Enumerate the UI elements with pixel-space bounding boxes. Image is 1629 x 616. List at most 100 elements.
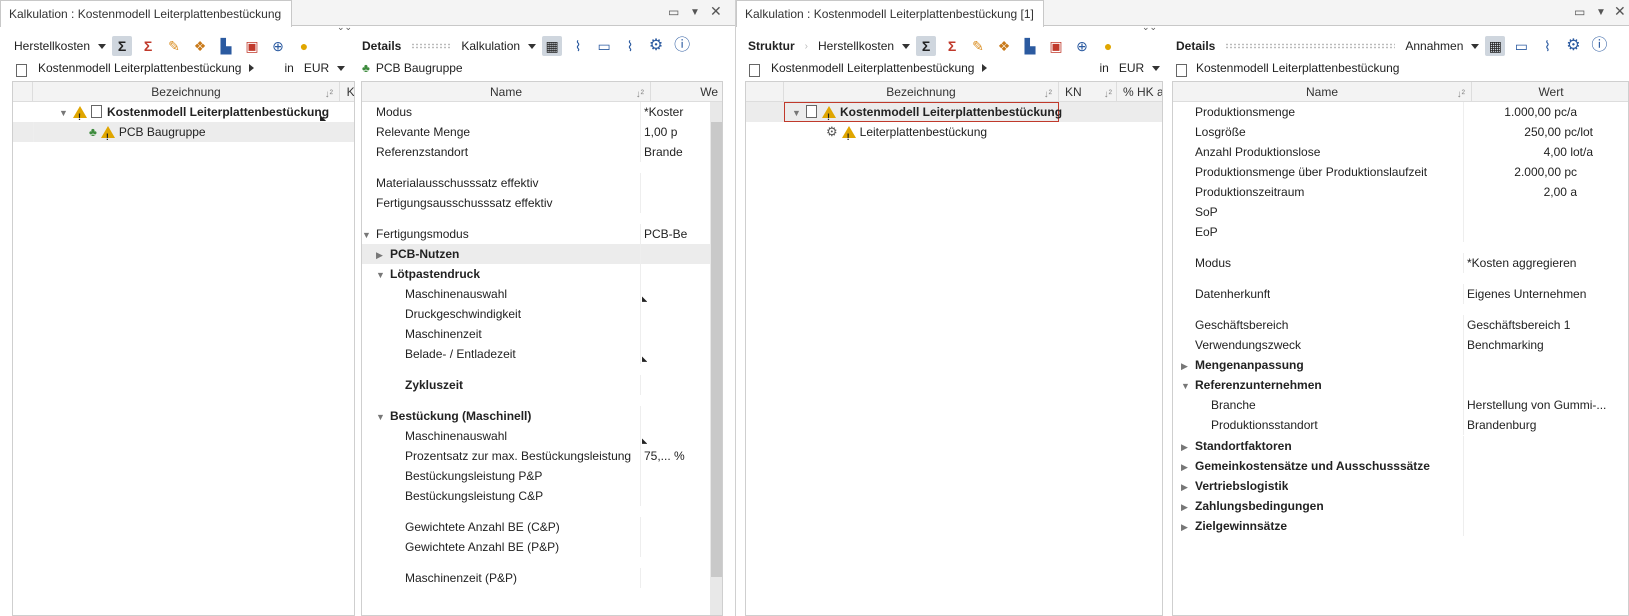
info-icon[interactable]: ⓘ — [1589, 36, 1609, 56]
expand-arrow-icon[interactable]: ▶ — [1181, 356, 1195, 375]
detail-row-value[interactable]: 4,00 lot/a — [1467, 142, 1593, 162]
expand-arrow-icon[interactable]: ▶ — [1181, 457, 1195, 476]
detail-row-value[interactable]: 1,00 p — [644, 122, 704, 142]
detail-row-value[interactable] — [644, 193, 704, 213]
detail-row-value[interactable] — [644, 486, 704, 506]
detail-row-value[interactable] — [644, 466, 704, 486]
drag-grip[interactable] — [1225, 43, 1396, 49]
detail-row[interactable]: Modus *Koster — [362, 102, 722, 122]
collapse-arrow-icon[interactable]: ▼ — [792, 103, 806, 122]
right-col-wert[interactable]: Wert — [1472, 82, 1628, 102]
right-col-kn[interactable]: KN ↓² — [1059, 82, 1117, 102]
target-icon[interactable]: ⊕ — [268, 36, 288, 56]
left-col-wert[interactable]: We — [651, 82, 722, 102]
collapse-arrow-icon[interactable]: ▼ — [376, 407, 390, 426]
pencil-icon[interactable]: ✎ — [164, 36, 184, 56]
calculator-icon[interactable]: ▦ — [542, 36, 563, 56]
detail-row-value[interactable] — [644, 537, 704, 557]
detail-row[interactable]: ▶ Zielgewinnsätze — [1173, 516, 1628, 536]
drag-grip[interactable] — [411, 43, 452, 49]
right-cost-dropdown[interactable]: Herstellkosten — [818, 39, 894, 53]
detail-row[interactable]: Bestückungsleistung P&P — [362, 466, 722, 486]
detail-row[interactable]: ▶ Mengenanpassung — [1173, 355, 1628, 375]
right-mode-caret-icon[interactable] — [1471, 43, 1480, 49]
target-icon[interactable]: ⊕ — [1072, 36, 1092, 56]
detail-row[interactable]: Maschinenauswahl ◣ — [362, 426, 722, 446]
lightbulb-icon[interactable]: ● — [1098, 36, 1118, 56]
detail-row-value[interactable]: 2,00 a — [1467, 182, 1577, 202]
collapse-arrow-icon[interactable]: ▼ — [59, 103, 73, 122]
expand-arrow-icon[interactable]: ▶ — [1181, 517, 1195, 536]
calc-report-icon[interactable]: ▣ — [1046, 36, 1066, 56]
left-details-scroll-thumb[interactable] — [711, 122, 722, 577]
right-overflow-chevron-icon[interactable]: ⌄⌄ — [1142, 22, 1157, 33]
detail-row[interactable]: Maschinenzeit (P&P) — [362, 568, 722, 588]
right-mode-dropdown[interactable]: Annahmen — [1405, 39, 1463, 53]
detail-row-value[interactable] — [1467, 355, 1617, 375]
detail-row[interactable]: Produktionsmenge 1.000,00 pc/a — [1173, 102, 1628, 122]
tree-row[interactable]: ▼Kostenmodell Leiterplattenbestückung ◣ — [13, 102, 354, 122]
detail-row[interactable]: Belade- / Entladezeit ◣ — [362, 344, 722, 364]
detail-row-value[interactable] — [1467, 476, 1617, 496]
right-maximize-icon[interactable]: ▭ — [1574, 5, 1585, 19]
detail-row-value[interactable] — [644, 244, 704, 264]
gear-icon[interactable]: ⚙ — [1563, 36, 1583, 56]
detail-row[interactable]: Materialausschusssatz effektiv — [362, 173, 722, 193]
detail-row[interactable]: Anzahl Produktionslose 4,00 lot/a — [1173, 142, 1628, 162]
detail-row-value[interactable] — [644, 568, 704, 588]
left-col-name[interactable]: Name ↓² — [362, 82, 651, 102]
left-cost-dropdown[interactable]: Herstellkosten — [14, 39, 90, 53]
detail-row-value[interactable]: 75,... % — [644, 446, 704, 466]
expand-arrow-icon[interactable]: ▶ — [1181, 437, 1195, 456]
detail-row[interactable]: ▼ Referenzunternehmen — [1173, 375, 1628, 395]
right-col-name[interactable]: Name ↓² — [1173, 82, 1472, 102]
right-col-bezeichnung[interactable]: Bezeichnung ↓² — [784, 82, 1059, 102]
right-cost-dropdown-caret-icon[interactable] — [902, 43, 911, 49]
paperclip-icon[interactable]: ⌇ — [568, 36, 588, 56]
detail-row[interactable]: Branche Herstellung von Gummi-... — [1173, 395, 1628, 415]
info-icon[interactable]: ⓘ — [672, 36, 692, 56]
detail-row[interactable]: Modus *Kosten aggregieren — [1173, 253, 1628, 273]
detail-row[interactable]: Gewichtete Anzahl BE (C&P) — [362, 517, 722, 537]
detail-row[interactable]: ▶ Standortfaktoren — [1173, 436, 1628, 456]
detail-row[interactable]: ▼ Fertigungsmodus PCB-Be — [362, 224, 722, 244]
detail-row-value[interactable] — [644, 284, 704, 304]
detail-row-value[interactable]: 250,00 pc/lot — [1467, 122, 1593, 142]
detail-row-value[interactable] — [1467, 436, 1617, 456]
tree-row[interactable]: ⚙ Leiterplattenbestückung — [746, 122, 1162, 142]
components-icon[interactable]: ❖ — [994, 36, 1014, 56]
left-close-icon[interactable]: ✕ — [710, 3, 722, 20]
calculator-icon[interactable]: ▦ — [1485, 36, 1506, 56]
detail-row-value[interactable]: Brande — [644, 142, 704, 162]
expand-arrow-icon[interactable]: ▶ — [1181, 477, 1195, 496]
left-currency-dropdown[interactable]: EUR — [304, 61, 329, 75]
detail-row[interactable]: Verwendungszweck Benchmarking — [1173, 335, 1628, 355]
detail-row-value[interactable] — [644, 264, 704, 284]
left-maximize-icon[interactable]: ▭ — [668, 5, 679, 19]
detail-row-value[interactable] — [644, 375, 704, 395]
detail-row-value[interactable]: *Koster — [644, 102, 704, 122]
detail-row[interactable]: Datenherkunft Eigenes Unternehmen — [1173, 284, 1628, 304]
detail-row[interactable]: ▼ Lötpastendruck — [362, 264, 722, 284]
sum-icon[interactable]: Σ — [112, 36, 133, 56]
detail-row-value[interactable] — [1467, 202, 1617, 222]
left-overflow-chevron-icon[interactable]: ⌄⌄ — [337, 22, 352, 33]
money-icon[interactable]: ▭ — [1511, 36, 1531, 56]
detail-row[interactable]: EoP — [1173, 222, 1628, 242]
left-mode-dropdown[interactable]: Kalkulation — [461, 39, 520, 53]
detail-row[interactable]: Produktionsstandort Brandenburg — [1173, 415, 1628, 435]
right-currency-dropdown[interactable]: EUR — [1119, 61, 1144, 75]
detail-row-value[interactable]: Herstellung von Gummi-... — [1467, 395, 1617, 415]
detail-row-value[interactable]: 2.000,00 pc — [1467, 162, 1577, 182]
detail-row[interactable]: ▼ Bestückung (Maschinell) — [362, 406, 722, 426]
detail-row[interactable]: Bestückungsleistung C&P — [362, 486, 722, 506]
right-menu-chevron-icon[interactable]: ▼ — [1596, 7, 1606, 18]
tree-row-selected[interactable]: ▼ Kostenmodell Leiterplattenbestückung — [746, 102, 1162, 122]
detail-row-value[interactable]: Brandenburg — [1467, 415, 1617, 435]
window-separator[interactable] — [735, 0, 736, 616]
detail-row[interactable]: Relevante Menge 1,00 p — [362, 122, 722, 142]
paperclip-icon[interactable]: ⌇ — [1537, 36, 1557, 56]
detail-row[interactable]: Maschinenauswahl ◣ — [362, 284, 722, 304]
sum-icon[interactable]: Σ — [916, 36, 937, 56]
detail-row-value[interactable] — [1467, 222, 1617, 242]
